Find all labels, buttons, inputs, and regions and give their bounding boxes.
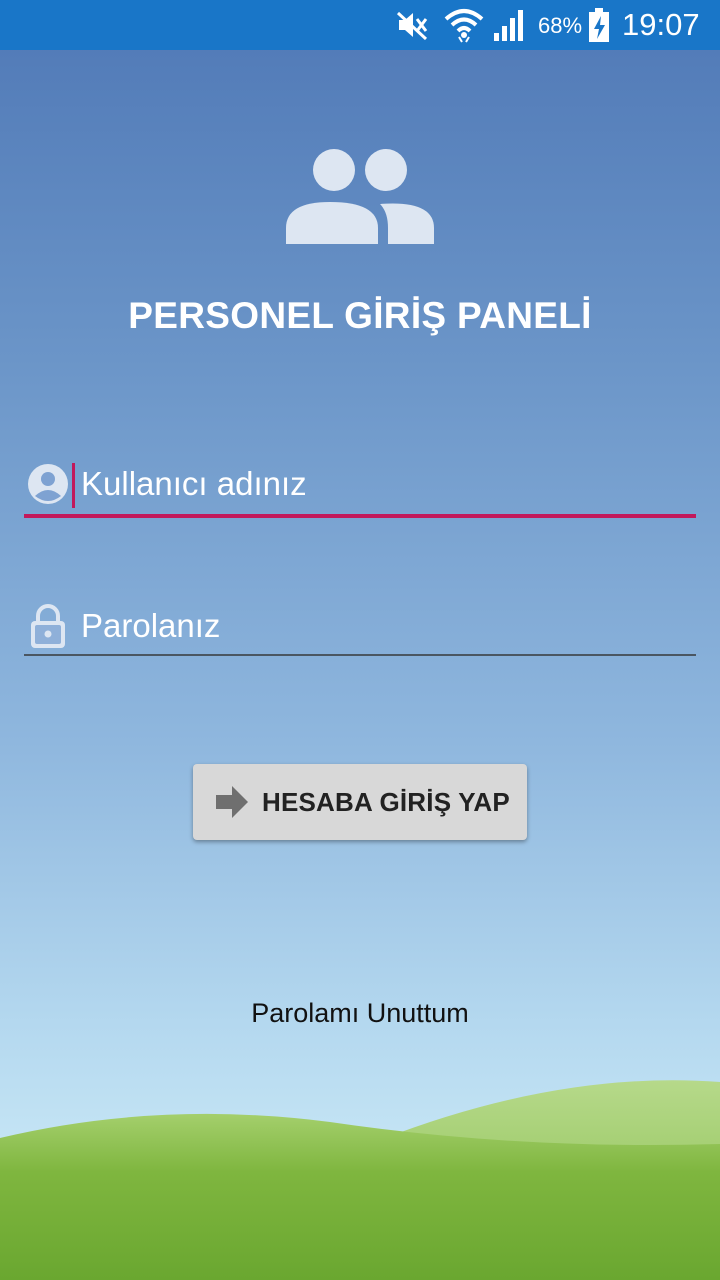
signal-icon [494,10,523,41]
page-title: PERSONEL GİRİŞ PANELİ [128,295,592,336]
battery-charging-icon [589,8,609,42]
login-screen: 68% 19:07 PERSONEL GİRİŞ PANELİ Kullanıc… [0,0,720,1280]
text-cursor [72,463,75,508]
lock-icon [31,604,65,648]
wifi-icon [444,9,484,43]
battery-percentage: 68% [538,13,583,38]
group-icon [286,149,434,244]
username-underline [24,514,696,518]
username-input[interactable] [81,456,681,512]
login-button-label: HESABA GİRİŞ YAP [262,787,510,817]
clock: 19:07 [622,7,700,42]
password-input[interactable] [81,598,681,654]
grass-hills [0,1080,720,1280]
username-field [24,456,696,518]
login-button[interactable]: HESABA GİRİŞ YAP [193,764,527,840]
arrow-right-icon [216,786,248,818]
account-circle-icon [28,464,68,504]
status-bar: 68% 19:07 [0,0,720,50]
password-field [24,598,696,658]
forgot-password-link[interactable]: Parolamı Unuttum [0,996,720,1030]
mute-icon [396,11,428,40]
password-underline [24,654,696,656]
